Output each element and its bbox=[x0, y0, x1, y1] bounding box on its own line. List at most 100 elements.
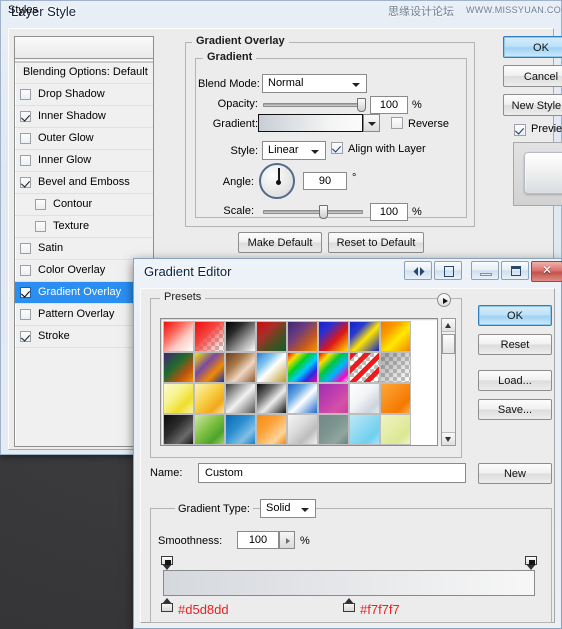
preset-swatch-copper[interactable] bbox=[225, 352, 256, 383]
presets-menu-icon[interactable] bbox=[437, 293, 451, 307]
preset-swatch-black-silver-black[interactable] bbox=[256, 383, 287, 414]
scale-input[interactable]: 100 bbox=[370, 203, 408, 221]
gradient-style-select[interactable]: Linear bbox=[262, 141, 326, 160]
style-row-bevel-and-emboss[interactable]: Bevel and Emboss bbox=[15, 172, 153, 194]
preset-swatch-light-silver[interactable] bbox=[287, 414, 318, 445]
style-checkbox[interactable] bbox=[20, 265, 31, 276]
preset-swatch-slate-green[interactable] bbox=[318, 414, 349, 445]
preset-swatch-white-gray[interactable] bbox=[349, 383, 380, 414]
new-gradient-button[interactable]: New bbox=[478, 463, 552, 484]
preset-swatch-black-white[interactable] bbox=[225, 321, 256, 352]
scroll-up-button[interactable] bbox=[442, 319, 455, 332]
preset-swatch-green-speckle[interactable] bbox=[194, 414, 225, 445]
opacity-stop-left[interactable] bbox=[161, 556, 173, 570]
style-checkbox[interactable] bbox=[20, 309, 31, 320]
style-row-outer-glow[interactable]: Outer Glow bbox=[15, 128, 153, 150]
stop-house-icon bbox=[525, 556, 537, 565]
scrollbar-thumb[interactable] bbox=[442, 334, 455, 354]
preset-swatch-transparent-neutral[interactable] bbox=[380, 352, 411, 383]
layer-style-ok-button[interactable]: OK bbox=[503, 36, 562, 58]
reset-to-default-button[interactable]: Reset to Default bbox=[328, 232, 424, 253]
presets-list[interactable] bbox=[160, 318, 438, 446]
style-row-inner-shadow[interactable]: Inner Shadow bbox=[15, 106, 153, 128]
preset-swatch-yellow-orange-dotted[interactable] bbox=[194, 383, 225, 414]
style-row-drop-shadow[interactable]: Drop Shadow bbox=[15, 84, 153, 106]
style-row-blending-options-default[interactable]: Blending Options: Default bbox=[15, 62, 153, 84]
style-checkbox[interactable] bbox=[20, 287, 31, 298]
preset-swatch-chrome[interactable] bbox=[256, 352, 287, 383]
reverse-checkbox[interactable] bbox=[391, 117, 403, 129]
make-default-button[interactable]: Make Default bbox=[238, 232, 322, 253]
preset-swatch-orange-yellow-orange[interactable] bbox=[380, 321, 411, 352]
preset-swatch-blue-steel[interactable] bbox=[225, 414, 256, 445]
style-checkbox[interactable] bbox=[20, 89, 31, 100]
preset-swatch-yellow-violet-orange-blue[interactable] bbox=[194, 352, 225, 383]
preset-swatch-blue-red-yellow[interactable] bbox=[318, 321, 349, 352]
smoothness-input[interactable]: 100 bbox=[237, 531, 279, 549]
preset-swatch-light-blue[interactable] bbox=[349, 414, 380, 445]
opacity-stop-right[interactable] bbox=[525, 556, 537, 570]
close-icon: ✕ bbox=[541, 263, 553, 277]
preset-swatch-yellow-pale[interactable] bbox=[163, 383, 194, 414]
angle-dial[interactable] bbox=[259, 163, 295, 199]
name-input[interactable]: Custom bbox=[198, 463, 466, 483]
style-checkbox[interactable] bbox=[20, 243, 31, 254]
scale-slider-thumb[interactable] bbox=[319, 205, 328, 219]
style-row-inner-glow[interactable]: Inner Glow bbox=[15, 150, 153, 172]
preset-swatch-orange-dotted[interactable] bbox=[380, 383, 411, 414]
align-with-layer-checkbox[interactable] bbox=[331, 142, 343, 154]
opacity-input[interactable]: 100 bbox=[370, 96, 408, 114]
gradient-editor-reset-button[interactable]: Reset bbox=[478, 334, 552, 355]
preset-swatch-pale-yellow-green[interactable] bbox=[380, 414, 411, 445]
new-style-button[interactable]: New Style... bbox=[503, 94, 562, 116]
style-checkbox[interactable] bbox=[20, 331, 31, 342]
gradient-type-select[interactable]: Solid bbox=[260, 499, 316, 518]
gradient-picker-dropdown[interactable] bbox=[363, 114, 380, 132]
layer-style-cancel-button[interactable]: Cancel bbox=[503, 65, 562, 87]
angle-input[interactable]: 90 bbox=[303, 172, 347, 190]
preset-swatch-blue-yellow-blue[interactable] bbox=[349, 321, 380, 352]
style-row-contour[interactable]: Contour bbox=[15, 194, 153, 216]
preset-swatch-transparent-rainbow[interactable] bbox=[318, 352, 349, 383]
close-button[interactable]: ✕ bbox=[531, 261, 562, 282]
preset-swatch-orange-white[interactable] bbox=[256, 414, 287, 445]
preset-swatch-magenta[interactable] bbox=[318, 383, 349, 414]
style-checkbox[interactable] bbox=[20, 133, 31, 144]
gradient-editor-ok-button[interactable]: OK bbox=[478, 305, 552, 326]
presets-scrollbar[interactable] bbox=[441, 318, 456, 446]
preset-swatch-blue-white-blue[interactable] bbox=[287, 383, 318, 414]
gradient-editor-load-button[interactable]: Load... bbox=[478, 370, 552, 391]
maximize-button[interactable] bbox=[501, 261, 529, 280]
blend-mode-select[interactable]: Normal bbox=[262, 74, 367, 93]
gradient-bar[interactable] bbox=[163, 570, 535, 596]
style-checkbox[interactable] bbox=[35, 221, 46, 232]
minimize-button[interactable] bbox=[471, 261, 499, 280]
preset-swatch-red-green[interactable] bbox=[256, 321, 287, 352]
preset-swatch-black-gray[interactable] bbox=[163, 414, 194, 445]
style-checkbox[interactable] bbox=[20, 177, 31, 188]
color-stop-left[interactable] bbox=[161, 598, 173, 612]
scroll-down-button[interactable] bbox=[442, 432, 455, 445]
smoothness-spinner[interactable] bbox=[279, 531, 295, 549]
color-stop-right[interactable] bbox=[343, 598, 355, 612]
preset-swatch-spectrum[interactable] bbox=[287, 352, 318, 383]
style-row-texture[interactable]: Texture bbox=[15, 216, 153, 238]
opacity-slider-track[interactable] bbox=[263, 103, 363, 107]
preset-swatch-foreground-to-transparent-red[interactable] bbox=[163, 321, 194, 352]
style-checkbox[interactable] bbox=[20, 155, 31, 166]
preset-swatch-red-to-transparent[interactable] bbox=[194, 321, 225, 352]
preview-checkbox[interactable] bbox=[514, 124, 526, 136]
gradient-preview-swatch[interactable] bbox=[258, 114, 363, 132]
preset-swatch-transparent-stripes-red[interactable] bbox=[349, 352, 380, 383]
preset-swatch-silver[interactable] bbox=[225, 383, 256, 414]
style-row-satin[interactable]: Satin bbox=[15, 238, 153, 260]
scale-slider-track[interactable] bbox=[263, 210, 363, 214]
preset-swatch-violet-orange[interactable] bbox=[287, 321, 318, 352]
opacity-slider-thumb[interactable] bbox=[357, 98, 366, 112]
style-checkbox[interactable] bbox=[20, 111, 31, 122]
style-checkbox[interactable] bbox=[35, 199, 46, 210]
preset-swatch-violet-green-orange[interactable] bbox=[163, 352, 194, 383]
collapse-arrows-icon[interactable] bbox=[404, 261, 432, 280]
dock-icon[interactable] bbox=[434, 261, 462, 280]
gradient-editor-save-button[interactable]: Save... bbox=[478, 399, 552, 420]
